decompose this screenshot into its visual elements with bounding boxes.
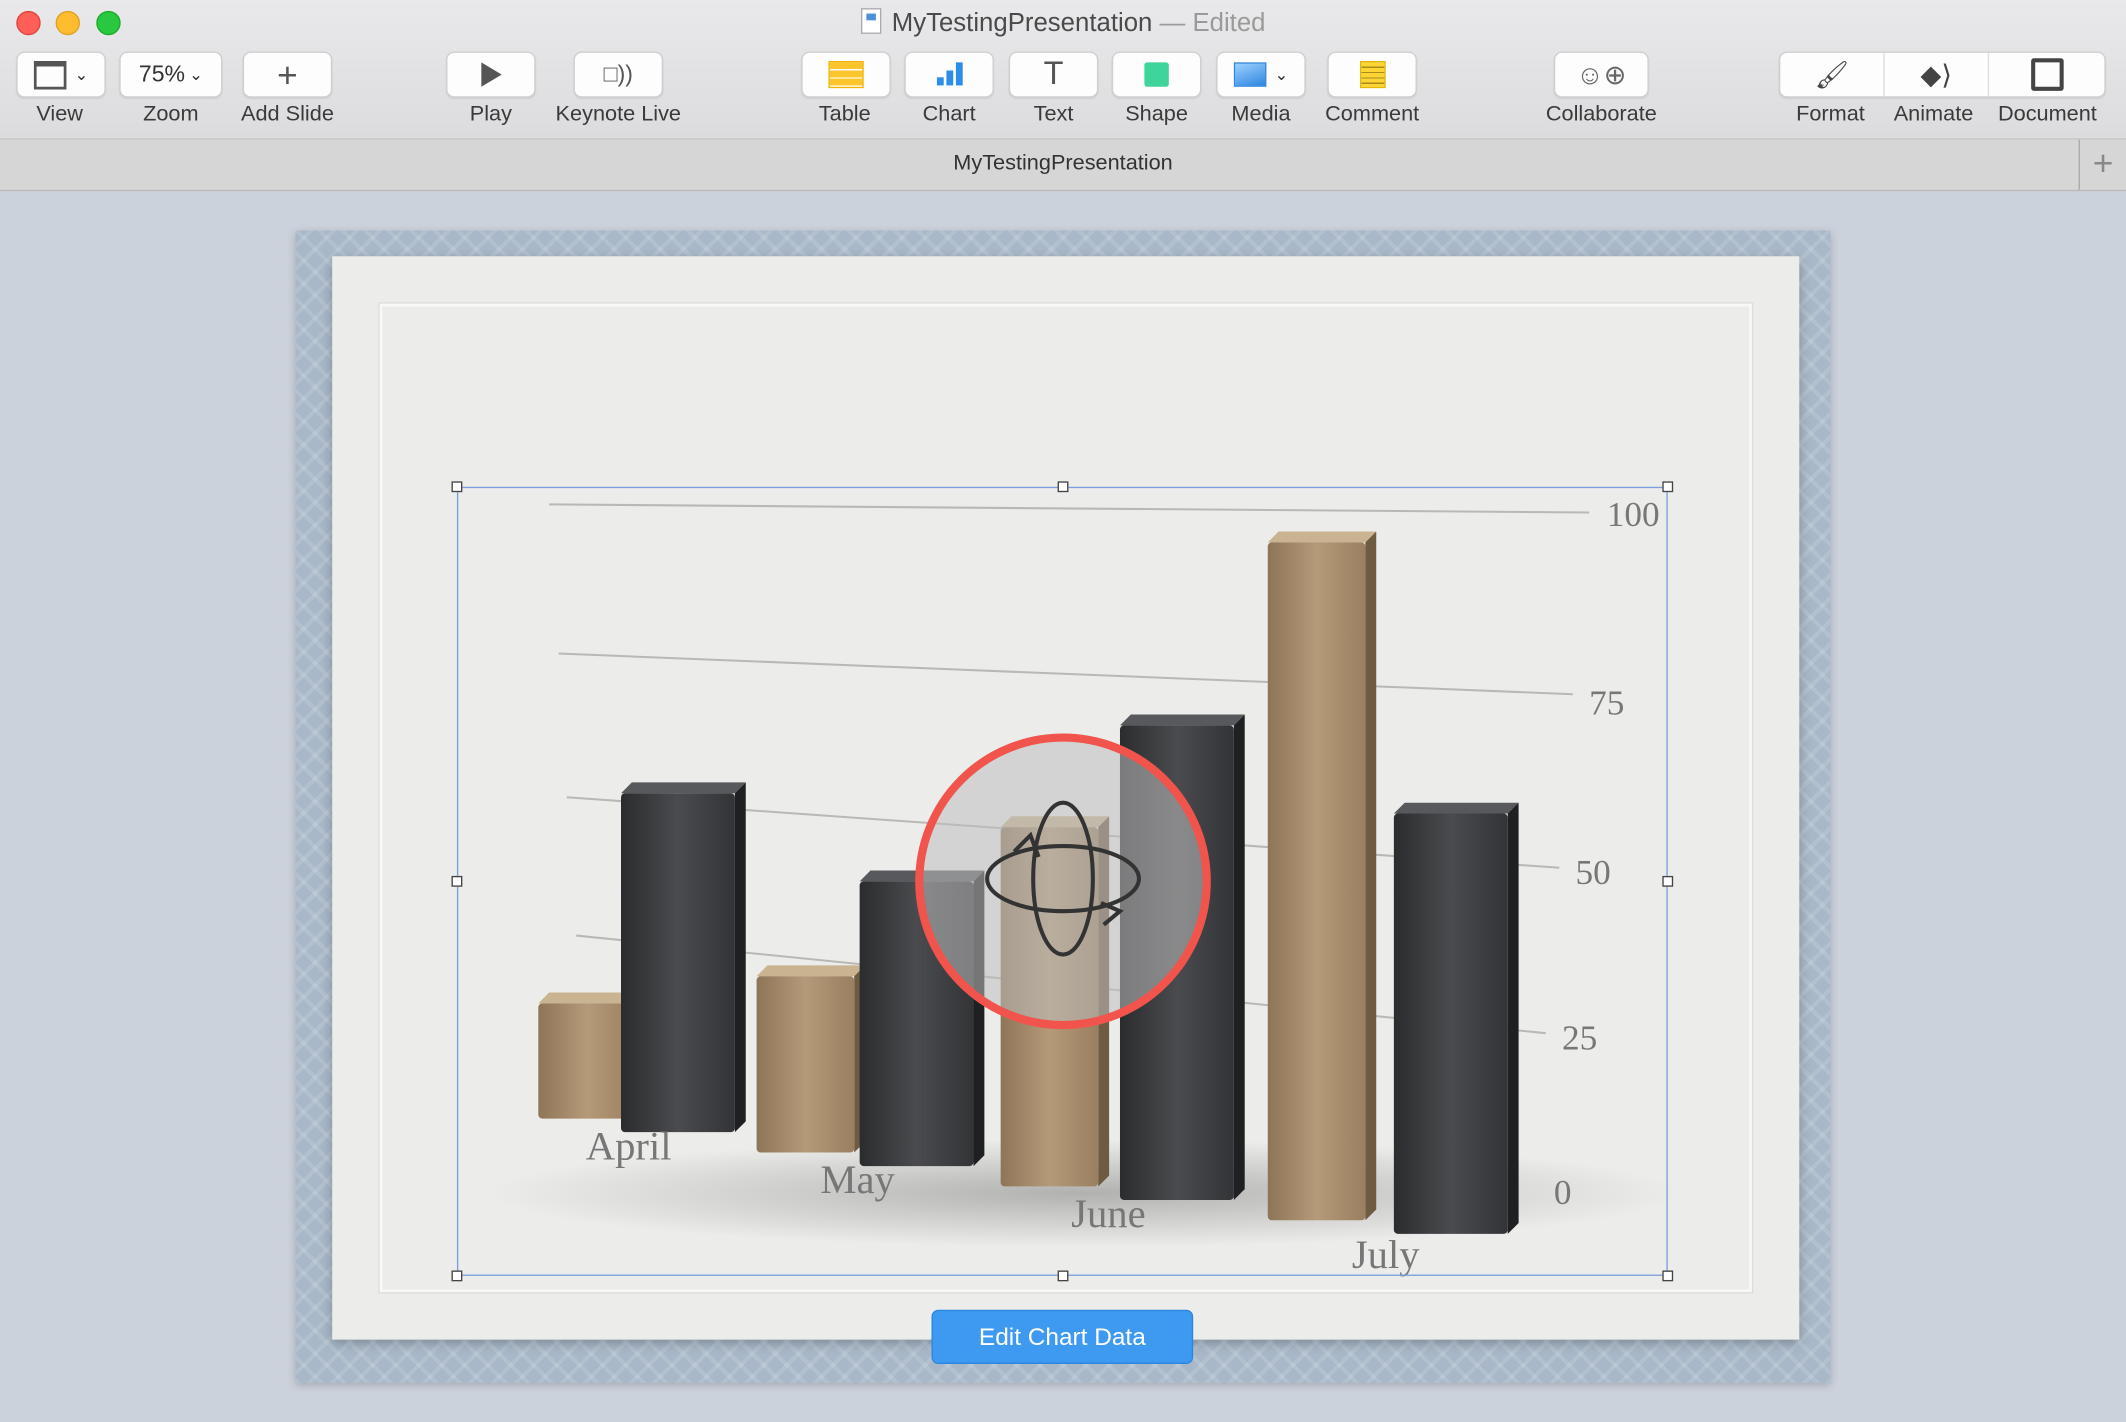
resize-handle[interactable] bbox=[1662, 1270, 1674, 1282]
resize-handle[interactable] bbox=[451, 481, 463, 493]
resize-handle[interactable] bbox=[451, 875, 463, 887]
chart-selection-box bbox=[456, 486, 1668, 1276]
resize-handle[interactable] bbox=[1662, 875, 1674, 887]
resize-handle[interactable] bbox=[451, 1270, 463, 1282]
resize-handle[interactable] bbox=[1057, 1270, 1069, 1282]
resize-handle[interactable] bbox=[1057, 481, 1069, 493]
resize-handle[interactable] bbox=[1662, 481, 1674, 493]
edit-chart-data-button[interactable]: Edit Chart Data bbox=[931, 1309, 1194, 1365]
